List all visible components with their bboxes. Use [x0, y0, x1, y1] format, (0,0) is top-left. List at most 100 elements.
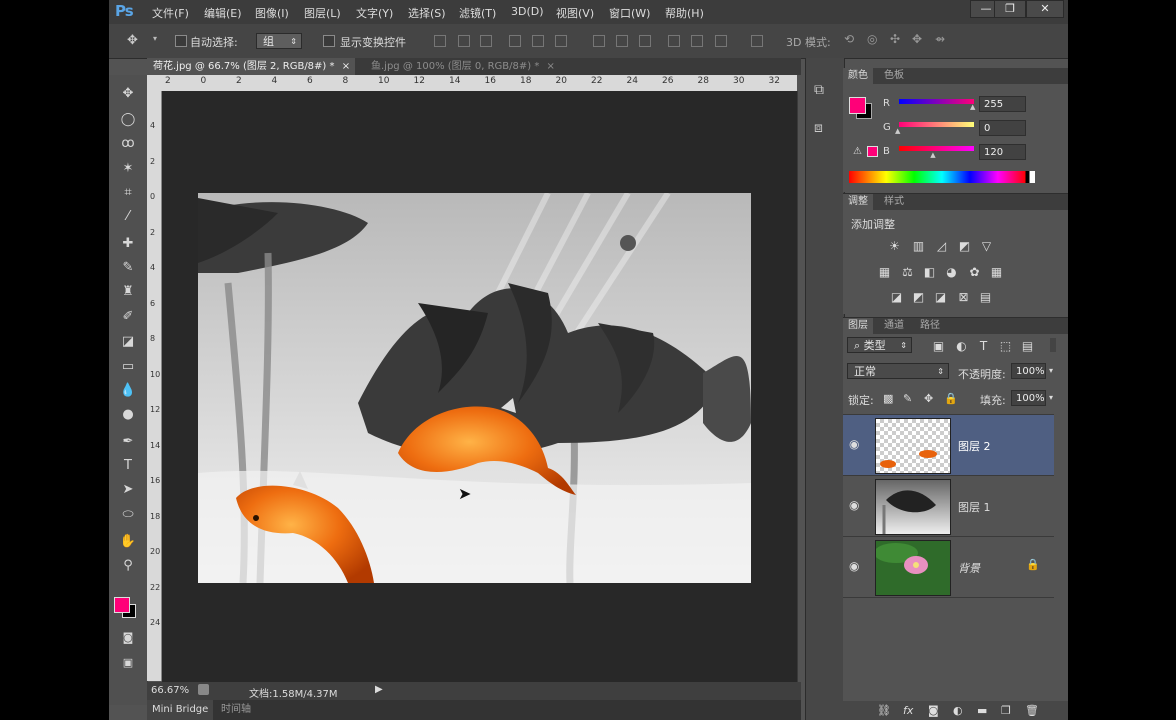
align-vcenter-icon[interactable] [458, 35, 470, 47]
menu-view[interactable]: 视图(V) [556, 5, 594, 21]
document-image[interactable] [198, 193, 751, 583]
threshold-icon[interactable]: ◪ [933, 291, 948, 303]
fill-input[interactable]: 100% [1011, 390, 1046, 406]
tab-fish-close-icon[interactable]: × [547, 61, 555, 72]
3d-roll-icon[interactable]: ◎ [867, 32, 877, 46]
tab-swatches[interactable]: 色板 [879, 68, 909, 84]
layer-name[interactable]: 背景 [958, 560, 980, 576]
lock-position-icon[interactable]: ✥ [924, 392, 933, 405]
lock-transparent-icon[interactable]: ▩ [883, 392, 893, 405]
foreground-color-swatch[interactable] [114, 597, 130, 613]
distribute-hcenter-icon[interactable] [691, 35, 703, 47]
gradient-tool-icon[interactable]: ▭ [119, 358, 137, 376]
tab-lotus[interactable]: 荷花.jpg @ 66.7% (图层 2, RGB/8#) * × [147, 58, 355, 75]
menu-edit[interactable]: 编辑(E) [204, 5, 242, 21]
fill-dropdown-icon[interactable]: ▾ [1049, 393, 1053, 402]
history-panel-icon[interactable]: ⧉ [814, 82, 824, 98]
b-slider-knob[interactable]: ▲ [930, 151, 935, 159]
curves-icon[interactable]: ◿ [934, 240, 949, 252]
clone-stamp-tool-icon[interactable]: ♜ [119, 283, 137, 301]
align-bottom-icon[interactable] [480, 35, 492, 47]
3d-scale-icon[interactable]: ⇴ [935, 32, 945, 46]
black-white-icon[interactable]: ◧ [922, 266, 937, 278]
tab-adjustments[interactable]: 调整 [843, 194, 873, 210]
zoom-level[interactable]: 66.67% [151, 685, 189, 696]
r-value-input[interactable]: 255 [979, 96, 1026, 112]
type-tool-icon[interactable]: T [119, 457, 137, 475]
filter-smart-object-icon[interactable]: ▤ [1020, 340, 1035, 352]
tab-lotus-close-icon[interactable]: × [342, 61, 350, 72]
zoom-tool-icon[interactable]: ⚲ [119, 557, 137, 575]
exposure-icon[interactable]: ◩ [957, 240, 972, 252]
align-top-icon[interactable] [434, 35, 446, 47]
align-left-icon[interactable] [509, 35, 521, 47]
tab-fish[interactable]: 鱼.jpg @ 100% (图层 0, RGB/8#) * × [365, 58, 561, 75]
b-value-input[interactable]: 120 [979, 144, 1026, 160]
restore-button[interactable]: ❐ [994, 0, 1026, 18]
levels-icon[interactable]: ▥ [911, 240, 926, 252]
menu-filter[interactable]: 滤镜(T) [459, 5, 496, 21]
dodge-tool-icon[interactable]: ● [119, 406, 137, 424]
layer-filter-dropdown[interactable]: ⌕ 类型 ⇕ [847, 337, 912, 353]
auto-select-dropdown[interactable]: 组 ⇕ [256, 33, 302, 49]
r-slider-knob[interactable]: ▲ [970, 103, 975, 111]
distribute-left-icon[interactable] [668, 35, 680, 47]
path-select-tool-icon[interactable]: ➤ [119, 481, 137, 499]
tab-layers[interactable]: 图层 [843, 318, 873, 334]
layer-row-layer1[interactable]: ◉ 图层 1 [843, 476, 1054, 537]
gamut-warning-icon[interactable]: ⚠ [853, 146, 862, 157]
g-value-input[interactable]: 0 [979, 120, 1026, 136]
visibility-eye-icon[interactable]: ◉ [849, 437, 863, 451]
3d-slide-icon[interactable]: ✥ [912, 32, 922, 46]
delete-layer-icon[interactable]: 🗑 [1025, 704, 1039, 717]
crop-tool-icon[interactable]: ⌗ [119, 184, 137, 202]
g-slider-knob[interactable]: ▲ [895, 127, 900, 135]
opacity-dropdown-icon[interactable]: ▾ [1049, 366, 1053, 375]
panel-fg-swatch[interactable] [849, 97, 866, 114]
distribute-bottom-icon[interactable] [639, 35, 651, 47]
pen-tool-icon[interactable]: ✒ [119, 433, 137, 451]
filter-adjustment-icon[interactable]: ◐ [954, 340, 969, 352]
hand-tool-icon[interactable]: ✋ [119, 533, 137, 551]
tab-styles[interactable]: 样式 [879, 194, 909, 210]
status-menu-icon[interactable] [198, 684, 209, 695]
eyedropper-tool-icon[interactable]: ⁄ [119, 208, 137, 226]
lasso-tool-icon[interactable]: ꝏ [119, 135, 137, 153]
menu-image[interactable]: 图像(I) [255, 5, 289, 21]
hue-saturation-icon[interactable]: ▦ [877, 266, 892, 278]
auto-align-icon[interactable] [751, 35, 763, 47]
tab-color[interactable]: 颜色 [843, 68, 873, 84]
menu-layer[interactable]: 图层(L) [304, 5, 341, 21]
distribute-right-icon[interactable] [715, 35, 727, 47]
distribute-vcenter-icon[interactable] [616, 35, 628, 47]
history-brush-tool-icon[interactable]: ✐ [119, 308, 137, 326]
show-transform-checkbox[interactable] [323, 35, 335, 47]
tab-paths[interactable]: 路径 [915, 318, 945, 334]
color-balance-icon[interactable]: ⚖ [900, 266, 915, 278]
r-slider[interactable] [899, 99, 974, 104]
link-layers-icon[interactable]: ⛓ [877, 704, 891, 717]
align-right-icon[interactable] [555, 35, 567, 47]
screen-mode-icon[interactable]: ▣ [119, 654, 137, 672]
brush-tool-icon[interactable]: ✎ [119, 259, 137, 277]
3d-pan-icon[interactable]: ✣ [890, 32, 900, 46]
lock-all-icon[interactable]: 🔒 [944, 392, 958, 405]
invert-icon[interactable]: ◪ [889, 291, 904, 303]
magic-wand-tool-icon[interactable]: ✶ [119, 160, 137, 178]
layer-name[interactable]: 图层 2 [958, 438, 991, 454]
brightness-icon[interactable]: ☀ [887, 240, 902, 252]
photo-filter-icon[interactable]: ◕ [944, 266, 959, 278]
channel-mixer-icon[interactable]: ✿ [967, 266, 982, 278]
color-spectrum-bar[interactable] [849, 171, 1035, 183]
status-arrow-icon[interactable]: ▶ [375, 684, 383, 695]
layer-row-background[interactable]: ◉ 背景 🔒 [843, 537, 1054, 598]
g-slider[interactable] [899, 122, 974, 127]
menu-select[interactable]: 选择(S) [408, 5, 446, 21]
filter-type-icon[interactable]: T [976, 340, 991, 352]
new-group-icon[interactable]: ▬ [977, 704, 987, 717]
filter-pixel-icon[interactable]: ▣ [931, 340, 946, 352]
timeline-tab[interactable]: 时间轴 [221, 700, 251, 720]
auto-select-checkbox[interactable] [175, 35, 187, 47]
quick-mask-icon[interactable]: ◙ [119, 629, 137, 647]
visibility-eye-icon[interactable]: ◉ [849, 559, 863, 573]
